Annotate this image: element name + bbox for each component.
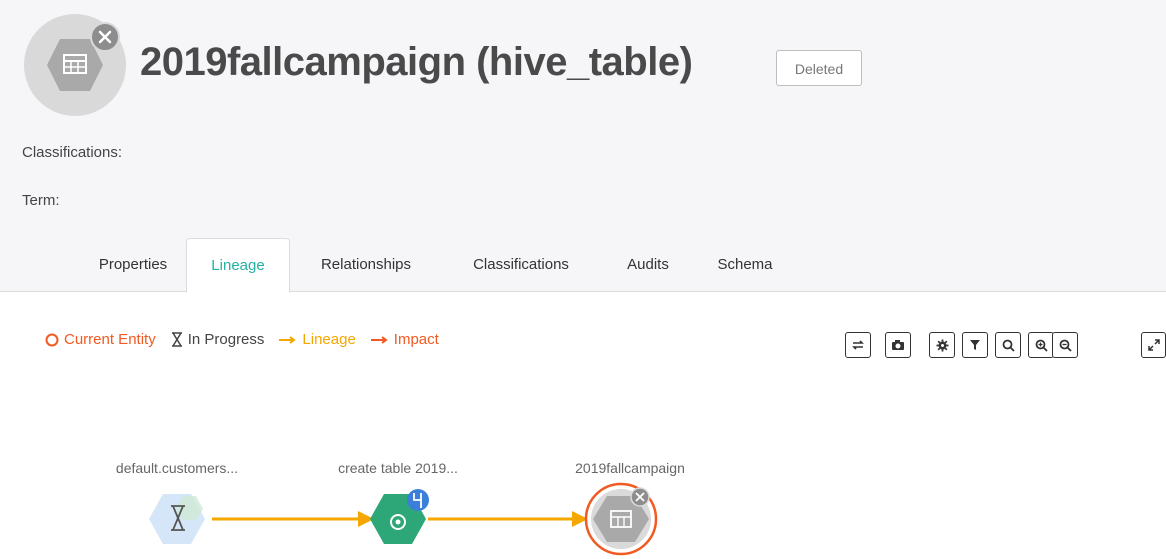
lineage-node-process[interactable] [370,489,429,544]
lineage-node-source[interactable] [149,494,205,544]
lineage-edge [428,511,588,527]
node-label-current: 2019fallcampaign [575,460,685,476]
lineage-edge [212,511,374,527]
node-label-source: default.customers... [115,460,239,476]
node-label-process: create table 2019... [338,460,458,476]
lineage-node-current[interactable] [584,482,658,556]
